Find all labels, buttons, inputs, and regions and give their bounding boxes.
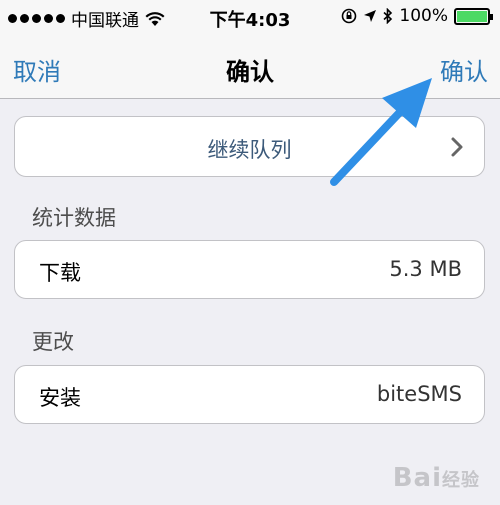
top-bar: 中国联通 下午4:03 100% 取消 确认 确认 bbox=[0, 0, 500, 99]
status-right: 100% bbox=[341, 6, 493, 26]
battery-icon bbox=[454, 7, 493, 25]
install-row: 安装 biteSMS bbox=[14, 365, 485, 424]
page-title: 确认 bbox=[226, 58, 274, 86]
orientation-lock-icon bbox=[342, 8, 357, 24]
battery-percent: 100% bbox=[399, 6, 448, 26]
download-label: 下载 bbox=[39, 261, 81, 285]
continue-queue-label: 继续队列 bbox=[207, 138, 292, 162]
download-row: 下载 5.3 MB bbox=[14, 240, 485, 299]
battery-level bbox=[457, 10, 487, 22]
continue-queue-button[interactable]: 继续队列 bbox=[14, 116, 485, 177]
confirm-button[interactable]: 确认 bbox=[440, 52, 488, 87]
chevron-right-icon bbox=[451, 137, 463, 157]
location-icon bbox=[364, 10, 377, 22]
install-label: 安装 bbox=[39, 386, 81, 410]
changes-section-header: 更改 bbox=[32, 330, 74, 354]
install-value: biteSMS bbox=[376, 382, 462, 406]
status-bar: 中国联通 下午4:03 100% bbox=[0, 0, 500, 34]
download-value: 5.3 MB bbox=[389, 257, 462, 281]
navigation-bar: 取消 确认 确认 bbox=[0, 34, 500, 98]
statistics-section-header: 统计数据 bbox=[32, 206, 116, 230]
watermark: Bai经验 bbox=[392, 463, 480, 493]
bluetooth-icon bbox=[383, 8, 393, 24]
